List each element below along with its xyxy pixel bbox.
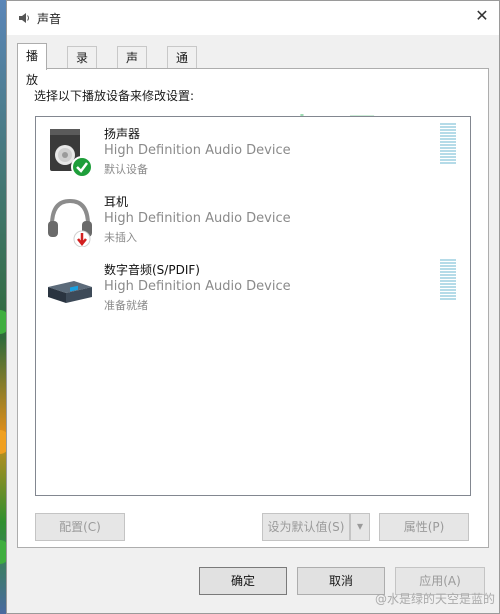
device-description: High Definition Audio Device	[104, 211, 291, 226]
tab-playback[interactable]: 播放	[17, 43, 48, 87]
configure-button[interactable]: 配置(C)	[35, 513, 125, 541]
tab-communications[interactable]: 通信	[167, 46, 198, 87]
ok-button[interactable]: 确定	[199, 567, 287, 595]
volume-meter	[440, 259, 456, 303]
device-list[interactable]: 扬声器 High Definition Audio Device 默认设备 耳机…	[35, 116, 471, 496]
device-description: High Definition Audio Device	[104, 279, 291, 294]
title-bar: 声音 ✕	[7, 1, 499, 35]
set-default-dropdown[interactable]: ▾	[350, 513, 370, 541]
device-name: 扬声器	[104, 127, 141, 141]
chevron-down-icon: ▾	[356, 519, 364, 533]
properties-button[interactable]: 属性(P)	[379, 513, 469, 541]
digital-audio-icon	[48, 281, 92, 303]
device-row-speaker[interactable]: 扬声器 High Definition Audio Device 默认设备	[40, 123, 466, 183]
headphones-icon	[48, 198, 92, 247]
overlay-watermark: @水是绿的天空是蓝的	[374, 592, 495, 606]
tab-sounds[interactable]: 声音	[117, 46, 148, 87]
device-row-digital-audio[interactable]: 数字音频(S/PDIF) High Definition Audio Devic…	[40, 259, 466, 319]
device-status: 默认设备	[104, 163, 148, 176]
sound-dialog: 声音 ✕ 播放 录制 声音 通信 选择以下播放设备来修改设置: 吉云网	[6, 0, 500, 614]
unplugged-arrow-icon	[73, 230, 91, 247]
speaker-icon	[50, 129, 93, 178]
close-icon: ✕	[475, 6, 489, 25]
device-status: 未插入	[104, 231, 137, 244]
playback-panel: 选择以下播放设备来修改设置: 吉云网 扬声器 High Definition	[17, 68, 489, 548]
window-title: 声音	[37, 12, 62, 26]
device-name: 耳机	[104, 195, 129, 209]
instruction-text: 选择以下播放设备来修改设置:	[34, 89, 195, 103]
device-description: High Definition Audio Device	[104, 143, 291, 158]
speaker-app-icon	[19, 13, 29, 23]
cancel-button[interactable]: 取消	[297, 567, 385, 595]
volume-meter	[440, 123, 456, 167]
tab-recording[interactable]: 录制	[67, 46, 98, 87]
close-button[interactable]: ✕	[465, 1, 499, 31]
device-name: 数字音频(S/PDIF)	[104, 263, 200, 277]
device-row-headphones[interactable]: 耳机 High Definition Audio Device 未插入	[40, 191, 466, 251]
device-status: 准备就绪	[104, 299, 148, 312]
set-default-button[interactable]: 设为默认值(S)	[262, 513, 350, 541]
default-check-icon	[71, 156, 93, 178]
